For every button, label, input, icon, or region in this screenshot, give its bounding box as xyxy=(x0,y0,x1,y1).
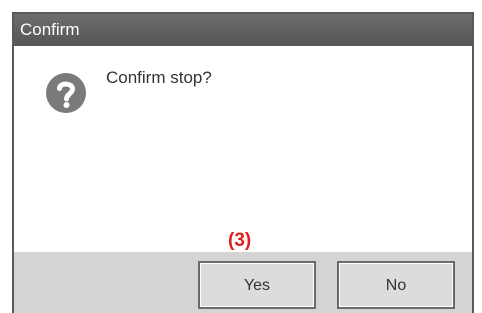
confirm-dialog: Confirm Confirm stop? Yes No (3) xyxy=(12,12,474,313)
dialog-content: Confirm stop? xyxy=(14,46,472,252)
yes-button[interactable]: Yes xyxy=(198,261,316,309)
no-button[interactable]: No xyxy=(337,261,455,309)
dialog-message: Confirm stop? xyxy=(106,68,212,87)
dialog-footer: Yes No xyxy=(14,252,472,313)
question-icon xyxy=(45,72,87,114)
step-annotation: (3) xyxy=(228,230,252,251)
dialog-title: Confirm xyxy=(14,14,472,46)
